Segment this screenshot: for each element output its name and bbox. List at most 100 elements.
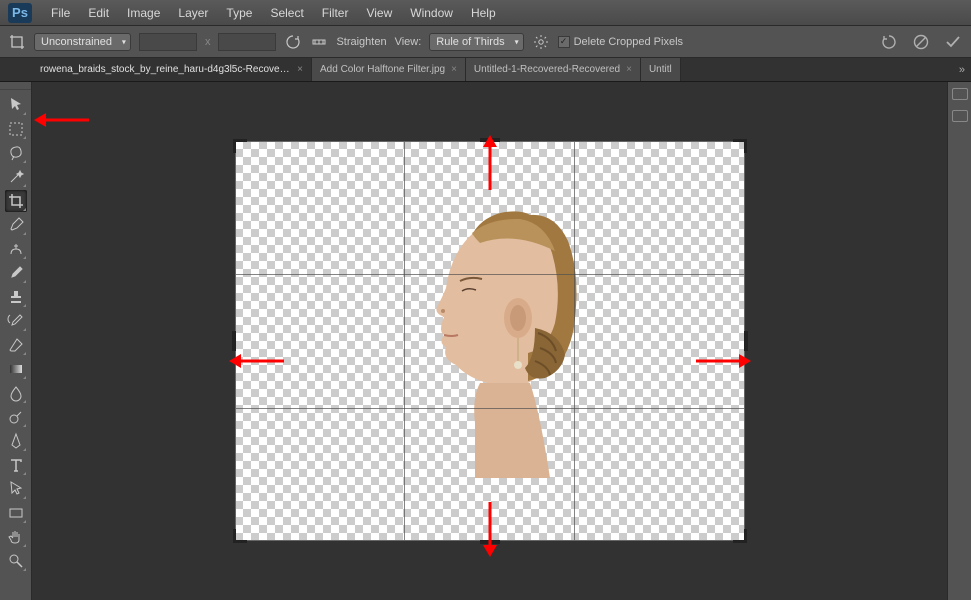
collapsed-panel-icon[interactable]: [952, 110, 968, 122]
panel-drag-handle[interactable]: [0, 86, 31, 90]
delete-cropped-checkbox[interactable]: ✓ Delete Cropped Pixels: [558, 36, 683, 48]
crop-height-input[interactable]: [218, 33, 276, 51]
tool-flyout-indicator-icon: [23, 400, 26, 403]
menu-edit[interactable]: Edit: [79, 2, 118, 24]
document-tab[interactable]: Untitl: [641, 58, 681, 81]
straighten-label[interactable]: Straighten: [336, 36, 386, 48]
crop-handle-top[interactable]: [480, 138, 500, 142]
tab-label: Untitled-1-Recovered-Recovered: [474, 64, 620, 75]
view-label: View:: [395, 36, 422, 48]
document-tab[interactable]: Untitled-1-Recovered-Recovered ×: [466, 58, 641, 81]
collapsed-panels-dock: [947, 82, 971, 600]
menubar: Ps FileEditImageLayerTypeSelectFilterVie…: [0, 0, 971, 26]
zoom-tool[interactable]: [5, 550, 27, 572]
crop-handle-bottom-right[interactable]: [733, 529, 747, 543]
clear-icon[interactable]: [284, 33, 302, 51]
eyedropper-tool[interactable]: [5, 214, 27, 236]
tool-flyout-indicator-icon: [23, 424, 26, 427]
tab-label: Add Color Halftone Filter.jpg: [320, 64, 445, 75]
pen-tool[interactable]: [5, 430, 27, 452]
crop-options-gear-icon[interactable]: [532, 33, 550, 51]
menu-type[interactable]: Type: [217, 2, 261, 24]
hand-tool[interactable]: [5, 526, 27, 548]
crop-tool[interactable]: [5, 190, 27, 212]
crop-handle-top-right[interactable]: [733, 139, 747, 153]
dimension-separator: x: [205, 36, 211, 48]
menu-window[interactable]: Window: [401, 2, 462, 24]
tab-label: Untitl: [649, 64, 672, 75]
crop-handle-bottom[interactable]: [480, 540, 500, 544]
magic-wand-tool[interactable]: [5, 166, 27, 188]
crop-grid-line: [404, 141, 405, 541]
tab-close-icon[interactable]: ×: [451, 64, 457, 75]
crop-handle-top-left[interactable]: [233, 139, 247, 153]
menu-view[interactable]: View: [357, 2, 401, 24]
move-tool[interactable]: [5, 94, 27, 116]
tab-close-icon[interactable]: ×: [626, 64, 632, 75]
document-tab[interactable]: rowena_braids_stock_by_reine_haru-d4g3l5…: [32, 58, 312, 81]
straighten-icon[interactable]: [310, 33, 328, 51]
commit-actions: [879, 32, 963, 52]
tool-flyout-indicator-icon: [23, 568, 26, 571]
delete-cropped-label: Delete Cropped Pixels: [574, 36, 683, 48]
tool-flyout-indicator-icon: [23, 232, 26, 235]
check-icon: ✓: [558, 36, 570, 48]
tool-flyout-indicator-icon: [23, 160, 26, 163]
workspace: [32, 82, 947, 600]
eraser-tool[interactable]: [5, 334, 27, 356]
aspect-ratio-dropdown[interactable]: Unconstrained: [34, 33, 131, 51]
document-canvas[interactable]: [235, 141, 745, 541]
marquee-tool[interactable]: [5, 118, 27, 140]
crop-handle-left[interactable]: [232, 331, 236, 351]
menu-image[interactable]: Image: [118, 2, 169, 24]
tool-flyout-indicator-icon: [23, 352, 26, 355]
collapsed-panel-icon[interactable]: [952, 88, 968, 100]
reset-crop-icon[interactable]: [879, 32, 899, 52]
crop-tool-icon: [8, 33, 26, 51]
lasso-tool[interactable]: [5, 142, 27, 164]
tab-close-icon[interactable]: ×: [297, 64, 303, 75]
spot-heal-tool[interactable]: [5, 238, 27, 260]
tool-flyout-indicator-icon: [23, 544, 26, 547]
cancel-crop-icon[interactable]: [911, 32, 931, 52]
type-tool[interactable]: [5, 454, 27, 476]
gradient-tool[interactable]: [5, 358, 27, 380]
dodge-tool[interactable]: [5, 406, 27, 428]
tool-flyout-indicator-icon: [23, 280, 26, 283]
tool-flyout-indicator-icon: [23, 376, 26, 379]
document-tabbar: rowena_braids_stock_by_reine_haru-d4g3l5…: [0, 58, 971, 82]
brush-tool[interactable]: [5, 262, 27, 284]
tool-flyout-indicator-icon: [23, 208, 26, 211]
overlay-view-dropdown[interactable]: Rule of Thirds: [429, 33, 523, 51]
history-brush-tool[interactable]: [5, 310, 27, 332]
tool-flyout-indicator-icon: [23, 472, 26, 475]
crop-handle-right[interactable]: [744, 331, 748, 351]
crop-grid-line: [235, 274, 745, 275]
crop-grid-line: [235, 408, 745, 409]
tools-panel: [0, 82, 32, 600]
image-content: [380, 183, 600, 483]
crop-width-input[interactable]: [139, 33, 197, 51]
commit-crop-icon[interactable]: [943, 32, 963, 52]
tab-overflow-button[interactable]: »: [953, 58, 971, 81]
menu-help[interactable]: Help: [462, 2, 505, 24]
tool-flyout-indicator-icon: [23, 328, 26, 331]
crop-handle-bottom-left[interactable]: [233, 529, 247, 543]
tool-flyout-indicator-icon: [23, 112, 26, 115]
tool-flyout-indicator-icon: [23, 496, 26, 499]
path-select-tool[interactable]: [5, 478, 27, 500]
menu-filter[interactable]: Filter: [313, 2, 358, 24]
menu-file[interactable]: File: [42, 2, 79, 24]
stamp-tool[interactable]: [5, 286, 27, 308]
blur-tool[interactable]: [5, 382, 27, 404]
tool-flyout-indicator-icon: [23, 520, 26, 523]
options-bar: Unconstrained x Straighten View: Rule of…: [0, 26, 971, 58]
tool-flyout-indicator-icon: [23, 256, 26, 259]
tool-flyout-indicator-icon: [23, 136, 26, 139]
rectangle-tool[interactable]: [5, 502, 27, 524]
document-tab[interactable]: Add Color Halftone Filter.jpg ×: [312, 58, 466, 81]
tool-flyout-indicator-icon: [23, 304, 26, 307]
menu-layer[interactable]: Layer: [169, 2, 217, 24]
menu-select[interactable]: Select: [261, 2, 312, 24]
tab-label: rowena_braids_stock_by_reine_haru-d4g3l5…: [40, 64, 291, 75]
